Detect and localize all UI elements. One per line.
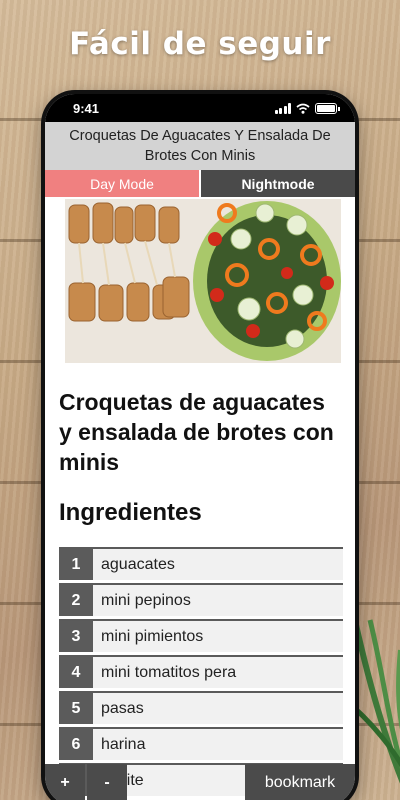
night-mode-button[interactable]: Nightmode xyxy=(199,170,355,197)
ingredient-item: 6 harina xyxy=(59,727,343,760)
recipe-content: Croquetas de aguacates y ensalada de bro… xyxy=(45,199,355,796)
zoom-controls: + - xyxy=(45,764,127,800)
app-screen: 9:41 Croquetas De Aguacates Y Ensalada D… xyxy=(45,94,355,800)
ingredient-name: mini pepinos xyxy=(101,591,191,609)
app-title-bar: Croquetas De Aguacates Y Ensalada De Bro… xyxy=(45,122,355,170)
ingredient-item: 5 pasas xyxy=(59,691,343,724)
ingredients-heading: Ingredientes xyxy=(59,499,202,526)
promo-title: Fácil de seguir xyxy=(69,26,331,62)
ingredient-number: 5 xyxy=(59,693,93,724)
day-mode-button[interactable]: Day Mode xyxy=(45,170,199,197)
ingredient-item: 2 mini pepinos xyxy=(59,583,343,616)
status-time: 9:41 xyxy=(73,100,100,116)
status-icons xyxy=(274,102,340,114)
ingredient-name: mini tomatitos pera xyxy=(101,663,237,681)
recipe-title: Croquetas de aguacates y ensalada de bro… xyxy=(59,389,334,475)
ingredient-name: aguacates xyxy=(101,555,175,573)
ingredient-item: 1 aguacates xyxy=(59,547,343,580)
wifi-icon xyxy=(296,103,310,114)
ingredient-name: mini pimientos xyxy=(101,627,204,645)
mode-toggle: Day Mode Nightmode xyxy=(45,170,355,197)
ingredient-name: harina xyxy=(101,735,146,753)
battery-icon xyxy=(315,102,340,114)
phone-frame: 9:41 Croquetas De Aguacates Y Ensalada D… xyxy=(41,90,359,800)
zoom-out-button[interactable]: - xyxy=(87,764,127,800)
status-bar: 9:41 xyxy=(45,94,355,122)
bookmark-button[interactable]: bookmark xyxy=(245,764,355,800)
ingredient-item: 4 mini tomatitos pera xyxy=(59,655,343,688)
ingredient-name: pasas xyxy=(101,699,144,717)
recipe-photo xyxy=(65,199,341,363)
ingredient-number: 2 xyxy=(59,585,93,616)
ingredient-list: 1 aguacates 2 mini pepinos 3 mini pimien… xyxy=(59,547,343,796)
signal-icon xyxy=(274,102,291,114)
ingredient-number: 3 xyxy=(59,621,93,652)
ingredient-item: 3 mini pimientos xyxy=(59,619,343,652)
ingredient-number: 6 xyxy=(59,729,93,760)
ingredient-number: 1 xyxy=(59,549,93,580)
zoom-in-button[interactable]: + xyxy=(45,764,85,800)
ingredient-number: 4 xyxy=(59,657,93,688)
